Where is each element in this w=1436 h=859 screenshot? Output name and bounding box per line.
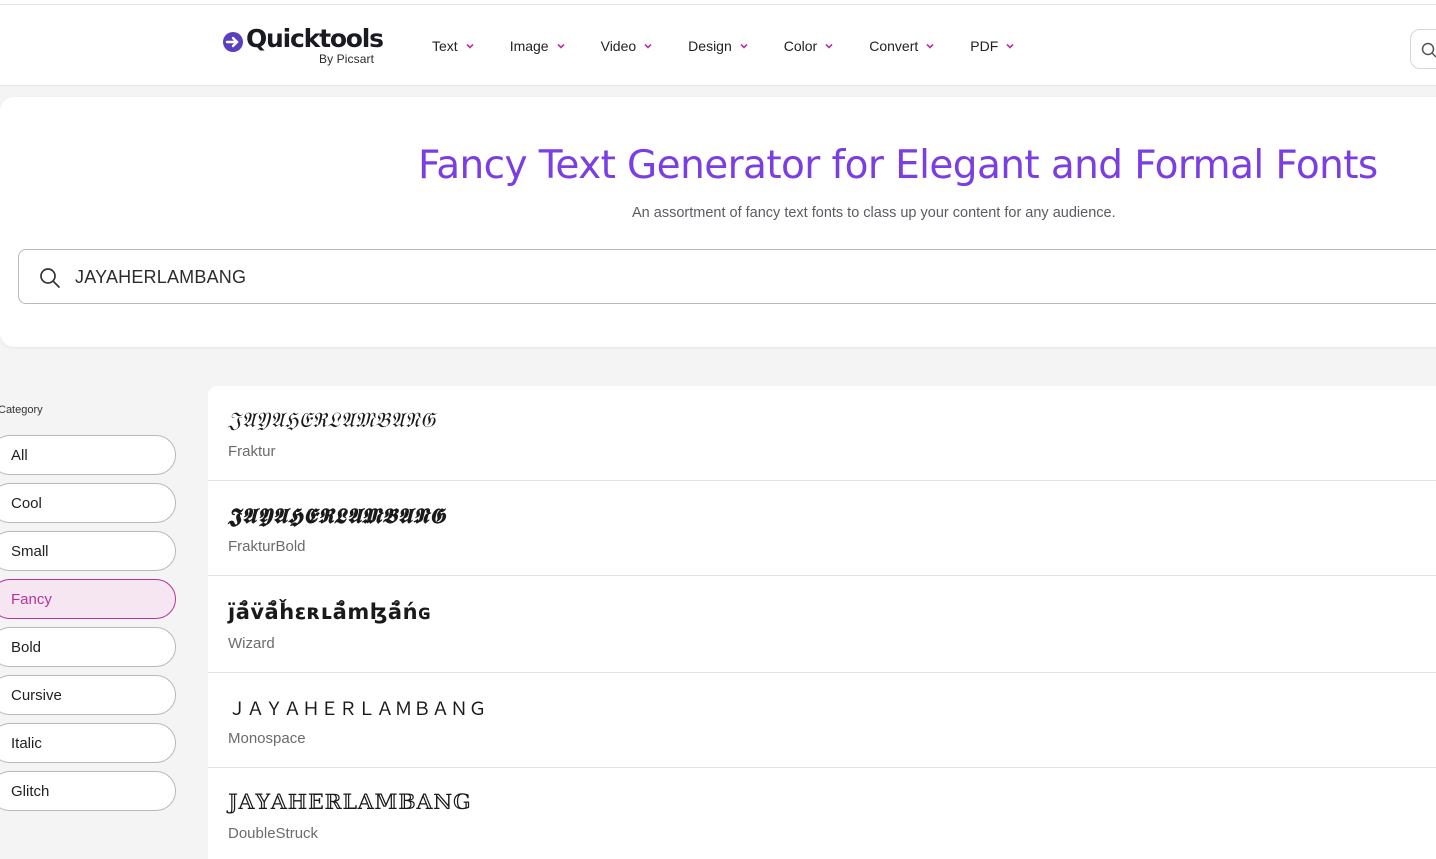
search-icon xyxy=(1421,42,1436,58)
result-font-name: DoubleStruck xyxy=(228,825,319,842)
page-title: Fancy Text Generator for Elegant and For… xyxy=(418,143,1378,188)
nav-pdf[interactable]: PDF xyxy=(970,36,1014,56)
chevron-down-icon xyxy=(825,43,833,49)
nav-convert-label: Convert xyxy=(869,38,919,54)
nav-convert[interactable]: Convert xyxy=(869,36,934,56)
text-input[interactable] xyxy=(75,264,975,290)
search-icon xyxy=(40,268,60,288)
text-search-box[interactable] xyxy=(18,249,1436,304)
nav-video[interactable]: Video xyxy=(601,36,653,56)
nav-video-label: Video xyxy=(600,38,637,54)
nav-design-label: Design xyxy=(688,38,732,54)
result-row[interactable]: 𝔍𝔄𝔜𝔄ℌ𝔈ℜ𝔏𝔄𝔐𝔅𝔄𝔑𝔊 Fraktur xyxy=(208,386,1436,481)
result-row[interactable]: ȷ̈ä̊v̈ä̊ȟεʀʟä̊mɮä̊ńɢ Wizard xyxy=(208,576,1436,673)
nav-text-label: Text xyxy=(432,38,458,54)
hero-card xyxy=(0,97,1436,347)
result-sample: ＪＡＹＡＨＥＲＬＡＭＢＡＮＧ xyxy=(228,699,487,720)
category-cursive[interactable]: Cursive xyxy=(0,675,176,715)
page-subtitle: An assortment of fancy text fonts to cla… xyxy=(632,205,1116,221)
result-font-name: FrakturBold xyxy=(228,538,306,555)
nav-pdf-label: PDF xyxy=(970,38,999,54)
result-sample: ȷ̈ä̊v̈ä̊ȟεʀʟä̊mɮä̊ńɢ xyxy=(228,600,432,624)
nav-image-label: Image xyxy=(509,38,549,54)
nav-design[interactable]: Design xyxy=(688,36,748,56)
chevron-down-icon xyxy=(740,43,748,49)
nav-image[interactable]: Image xyxy=(510,36,565,56)
result-font-name: Wizard xyxy=(228,635,275,652)
chevron-down-icon xyxy=(644,43,652,49)
nav-text[interactable]: Text xyxy=(432,36,474,56)
result-font-name: Monospace xyxy=(228,730,306,747)
category-label: Category xyxy=(0,404,43,416)
result-row[interactable]: ＪＡＹＡＨＥＲＬＡＭＢＡＮＧ Monospace xyxy=(208,673,1436,768)
quicktools-logo-icon xyxy=(223,32,243,52)
chevron-down-icon xyxy=(466,43,474,49)
chevron-down-icon xyxy=(1006,43,1014,49)
site-header: Quicktools By Picsart Text Image Video D… xyxy=(0,5,1436,86)
nav-color[interactable]: Color xyxy=(784,36,833,56)
nav-color-label: Color xyxy=(783,38,818,54)
category-bold[interactable]: Bold xyxy=(0,627,176,667)
category-all[interactable]: All xyxy=(0,435,176,475)
category-italic[interactable]: Italic xyxy=(0,723,176,763)
result-sample: 𝕁𝔸𝕐𝔸ℍ𝔼ℝ𝕃𝔸𝕄𝔹𝔸ℕ𝔾 xyxy=(228,790,472,814)
logo-subtitle: By Picsart xyxy=(319,52,375,66)
font-results-list: 𝔍𝔄𝔜𝔄ℌ𝔈ℜ𝔏𝔄𝔐𝔅𝔄𝔑𝔊 Fraktur 𝕵𝕬𝖄𝕬𝕳𝕰𝕽𝕷𝕬𝕸𝕭𝕬𝕹𝕲 Fr… xyxy=(208,386,1436,859)
chevron-down-icon xyxy=(557,43,565,49)
result-font-name: Fraktur xyxy=(228,443,276,460)
chevron-down-icon xyxy=(926,43,934,49)
result-sample: 𝔍𝔄𝔜𝔄ℌ𝔈ℜ𝔏𝔄𝔐𝔅𝔄𝔑𝔊 xyxy=(228,408,436,432)
result-row[interactable]: 𝕁𝔸𝕐𝔸ℍ𝔼ℝ𝕃𝔸𝕄𝔹𝔸ℕ𝔾 DoubleStruck xyxy=(208,768,1436,859)
header-search-button[interactable] xyxy=(1410,29,1436,69)
result-sample: 𝕵𝕬𝖄𝕬𝕳𝕰𝕽𝕷𝕬𝕸𝕭𝕬𝕹𝕲 xyxy=(228,503,446,528)
result-row[interactable]: 𝕵𝕬𝖄𝕬𝕳𝕰𝕽𝕷𝕬𝕸𝕭𝕬𝕹𝕲 FrakturBold xyxy=(208,481,1436,576)
category-glitch[interactable]: Glitch xyxy=(0,771,176,811)
category-small[interactable]: Small xyxy=(0,531,176,571)
quicktools-logo[interactable]: Quicktools By Picsart xyxy=(222,24,392,71)
logo-name: Quicktools xyxy=(246,24,384,53)
category-cool[interactable]: Cool xyxy=(0,483,176,523)
main-nav: Text Image Video Design Color Convert PD… xyxy=(432,36,1014,56)
category-fancy[interactable]: Fancy xyxy=(0,579,176,619)
